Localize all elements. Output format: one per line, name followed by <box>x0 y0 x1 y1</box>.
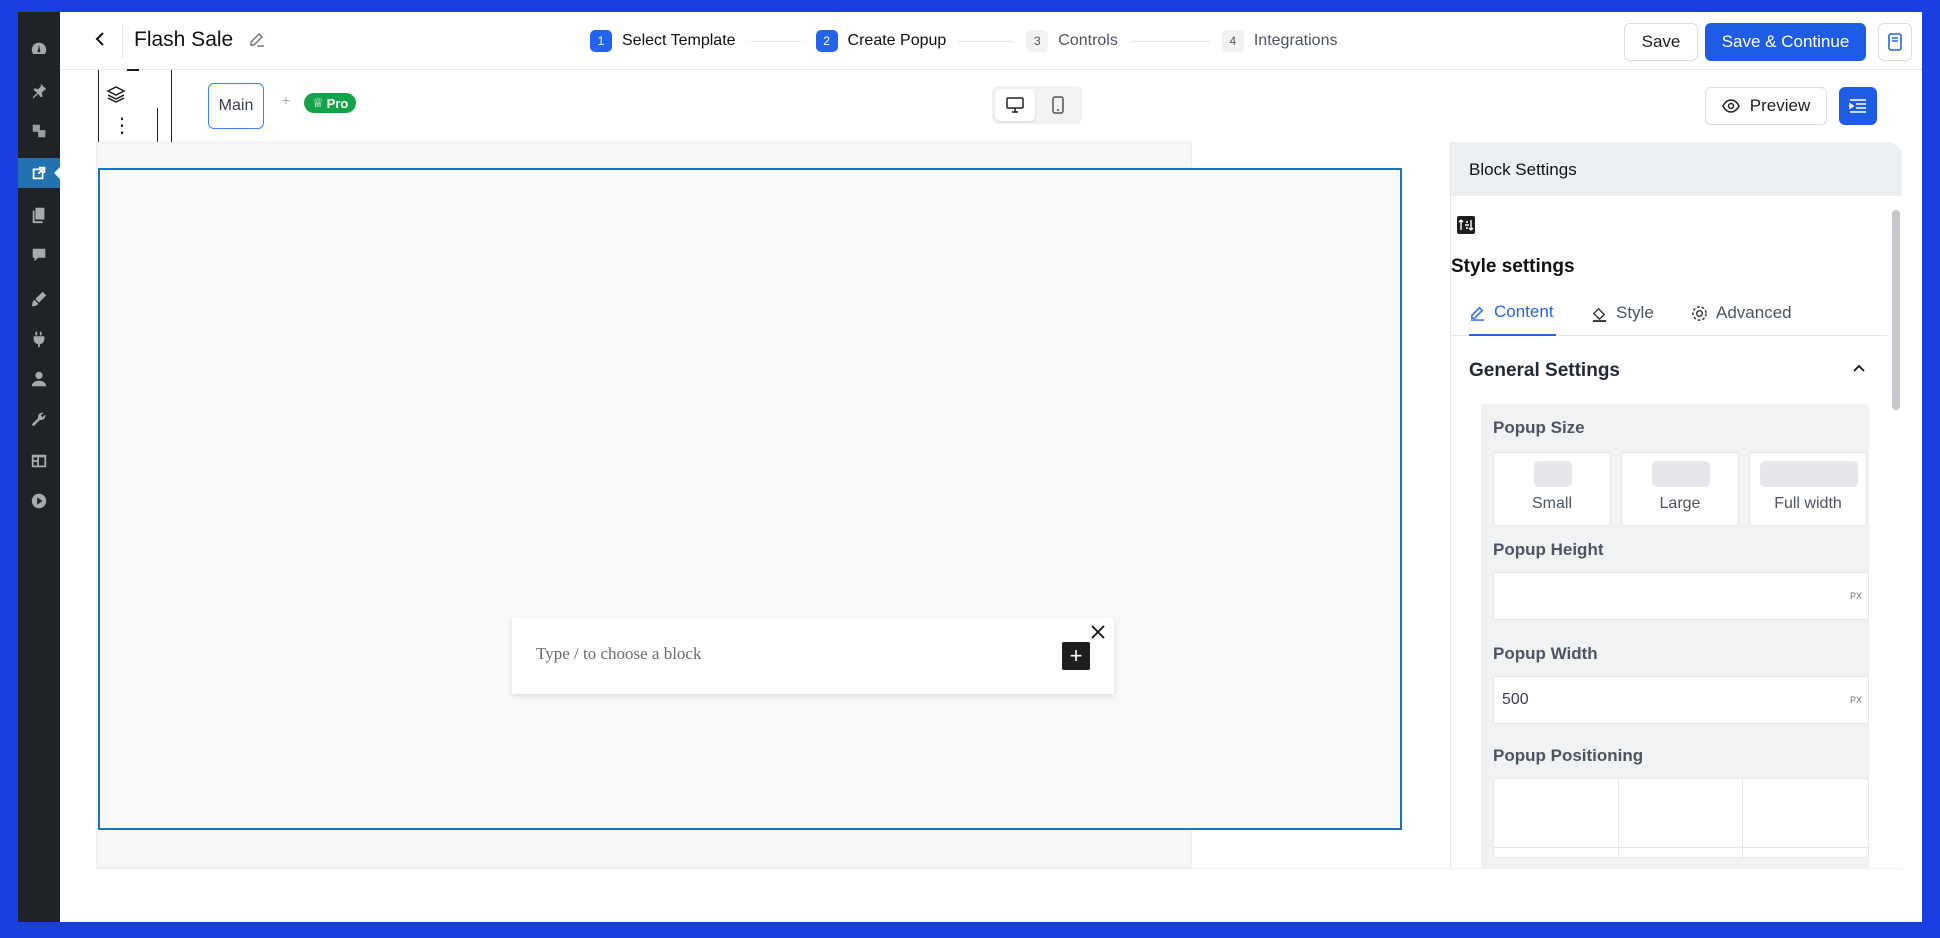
settings-scrollbar[interactable] <box>1892 210 1900 410</box>
popup-positioning-label: Popup Positioning <box>1493 746 1644 765</box>
step-label: Select Template <box>622 32 736 49</box>
popup-height-label: Popup Height <box>1493 540 1604 559</box>
header-divider <box>122 24 123 58</box>
save-button[interactable]: Save <box>1624 23 1698 61</box>
top-header: Flash Sale 1 Select Template 2 Create Po… <box>60 12 1922 70</box>
settings-panel-toggle-icon[interactable] <box>1839 87 1877 125</box>
general-settings-group: Popup Size Small Large Full width Popup … <box>1481 404 1870 868</box>
tab-main[interactable]: Main <box>208 83 264 129</box>
unit-label: PX <box>1849 591 1862 601</box>
step-progress: 1 Select Template 2 Create Popup 3 Contr… <box>590 30 1337 52</box>
tab-label: Style <box>1616 303 1654 322</box>
step-controls[interactable]: 3 Controls <box>1026 30 1118 52</box>
size-option-small[interactable]: Small <box>1493 452 1611 526</box>
pin-icon[interactable] <box>18 76 60 106</box>
size-option-label: Small <box>1531 495 1572 512</box>
step-connector <box>1129 40 1210 42</box>
style-settings-title: Style settings <box>1451 256 1575 277</box>
tab-label: Advanced <box>1716 303 1792 322</box>
drag-handle[interactable] <box>127 69 139 71</box>
popup-icon[interactable] <box>18 158 61 188</box>
pages-icon[interactable] <box>18 200 60 230</box>
size-option-full-width[interactable]: Full width <box>1749 452 1867 526</box>
step-label: Controls <box>1058 32 1118 49</box>
play-icon[interactable] <box>18 486 60 516</box>
comments-icon[interactable] <box>18 240 60 270</box>
settings-header-title: Block Settings <box>1469 160 1577 179</box>
popup-width-label: Popup Width <box>1493 644 1598 663</box>
add-block-icon[interactable]: + <box>1062 642 1090 670</box>
crown-icon: ♕ <box>312 95 324 110</box>
block-toolbar-popover: ⋮ <box>98 69 172 148</box>
chevron-up-icon[interactable] <box>1851 360 1869 378</box>
preview-label: Preview <box>1749 96 1811 115</box>
general-settings-title[interactable]: General Settings <box>1469 360 1620 382</box>
step-connector <box>747 40 804 42</box>
pencil-icon <box>1470 306 1485 321</box>
paint-bucket-icon <box>1592 307 1607 322</box>
media-icon[interactable] <box>18 116 60 146</box>
settings-tabs: Content Style Advanced <box>1451 290 1887 336</box>
size-small-preview <box>1534 461 1572 487</box>
gear-icon <box>1692 305 1707 321</box>
back-arrow-icon[interactable] <box>90 28 112 50</box>
popup-width-value: 500 <box>1502 691 1529 708</box>
popup-size-label: Popup Size <box>1493 418 1585 437</box>
dashboard-icon[interactable] <box>18 34 60 64</box>
device-switcher <box>992 86 1082 124</box>
users-icon[interactable] <box>18 364 60 394</box>
size-large-preview <box>1652 461 1710 487</box>
step-select-template[interactable]: 1 Select Template <box>590 30 736 52</box>
step-integrations[interactable]: 4 Integrations <box>1221 30 1338 52</box>
block-type-icon <box>1457 216 1475 234</box>
grid-divider <box>1494 847 1870 848</box>
canvas-bottom-border <box>96 868 1902 869</box>
popup-position-grid[interactable] <box>1493 778 1870 859</box>
popup-builder-app: Flash Sale 1 Select Template 2 Create Po… <box>60 12 1922 922</box>
save-and-continue-button[interactable]: Save & Continue <box>1705 23 1866 61</box>
step-number: 4 <box>1221 30 1244 52</box>
add-step-icon[interactable]: + <box>282 92 290 108</box>
size-option-label: Large <box>1659 495 1701 512</box>
step-number: 3 <box>1026 30 1049 52</box>
step-create-popup[interactable]: 2 Create Popup <box>815 30 947 52</box>
step-number: 2 <box>815 30 838 52</box>
block-placeholder[interactable]: Type / to choose a block <box>536 644 701 664</box>
edit-title-icon[interactable] <box>248 30 268 50</box>
close-icon[interactable] <box>1088 622 1108 642</box>
block-inserter[interactable]: Type / to choose a block + <box>512 618 1114 694</box>
tab-label: Content <box>1494 302 1554 321</box>
size-option-label: Full width <box>1774 495 1842 512</box>
tab-style[interactable]: Style <box>1591 290 1654 336</box>
unit-label: PX <box>1849 695 1862 705</box>
settings-icon[interactable] <box>18 446 60 476</box>
more-options-icon[interactable]: ⋮ <box>112 114 132 138</box>
preview-button[interactable]: Preview <box>1705 87 1827 125</box>
plugins-icon[interactable] <box>18 324 60 354</box>
pro-badge[interactable]: ♕ Pro <box>304 93 357 113</box>
eye-icon <box>1721 99 1740 113</box>
layers-icon[interactable] <box>103 82 129 108</box>
page-title: Flash Sale <box>134 28 234 51</box>
block-settings-panel: Block Settings Style settings Content St… <box>1450 142 1902 868</box>
desktop-icon[interactable] <box>995 89 1035 121</box>
popup-height-input[interactable]: PX <box>1493 572 1869 620</box>
tools-icon[interactable] <box>18 404 60 434</box>
step-label: Create Popup <box>847 32 947 49</box>
size-option-large[interactable]: Large <box>1621 452 1739 526</box>
popup-frame[interactable]: Type / to choose a block + <box>98 168 1402 830</box>
step-connector <box>958 40 1015 42</box>
settings-header: Block Settings <box>1451 142 1902 196</box>
wp-admin-sidebar <box>18 12 61 922</box>
appearance-icon[interactable] <box>18 284 60 314</box>
popup-width-input[interactable]: 500 PX <box>1493 676 1869 724</box>
tab-advanced[interactable]: Advanced <box>1691 290 1792 336</box>
size-full-preview <box>1760 461 1858 487</box>
step-label: Integrations <box>1253 32 1338 49</box>
tab-content[interactable]: Content <box>1469 290 1556 336</box>
pro-label: Pro <box>326 95 349 111</box>
document-icon[interactable] <box>1878 23 1912 61</box>
step-number: 1 <box>590 30 612 52</box>
mobile-icon[interactable] <box>1038 89 1078 121</box>
